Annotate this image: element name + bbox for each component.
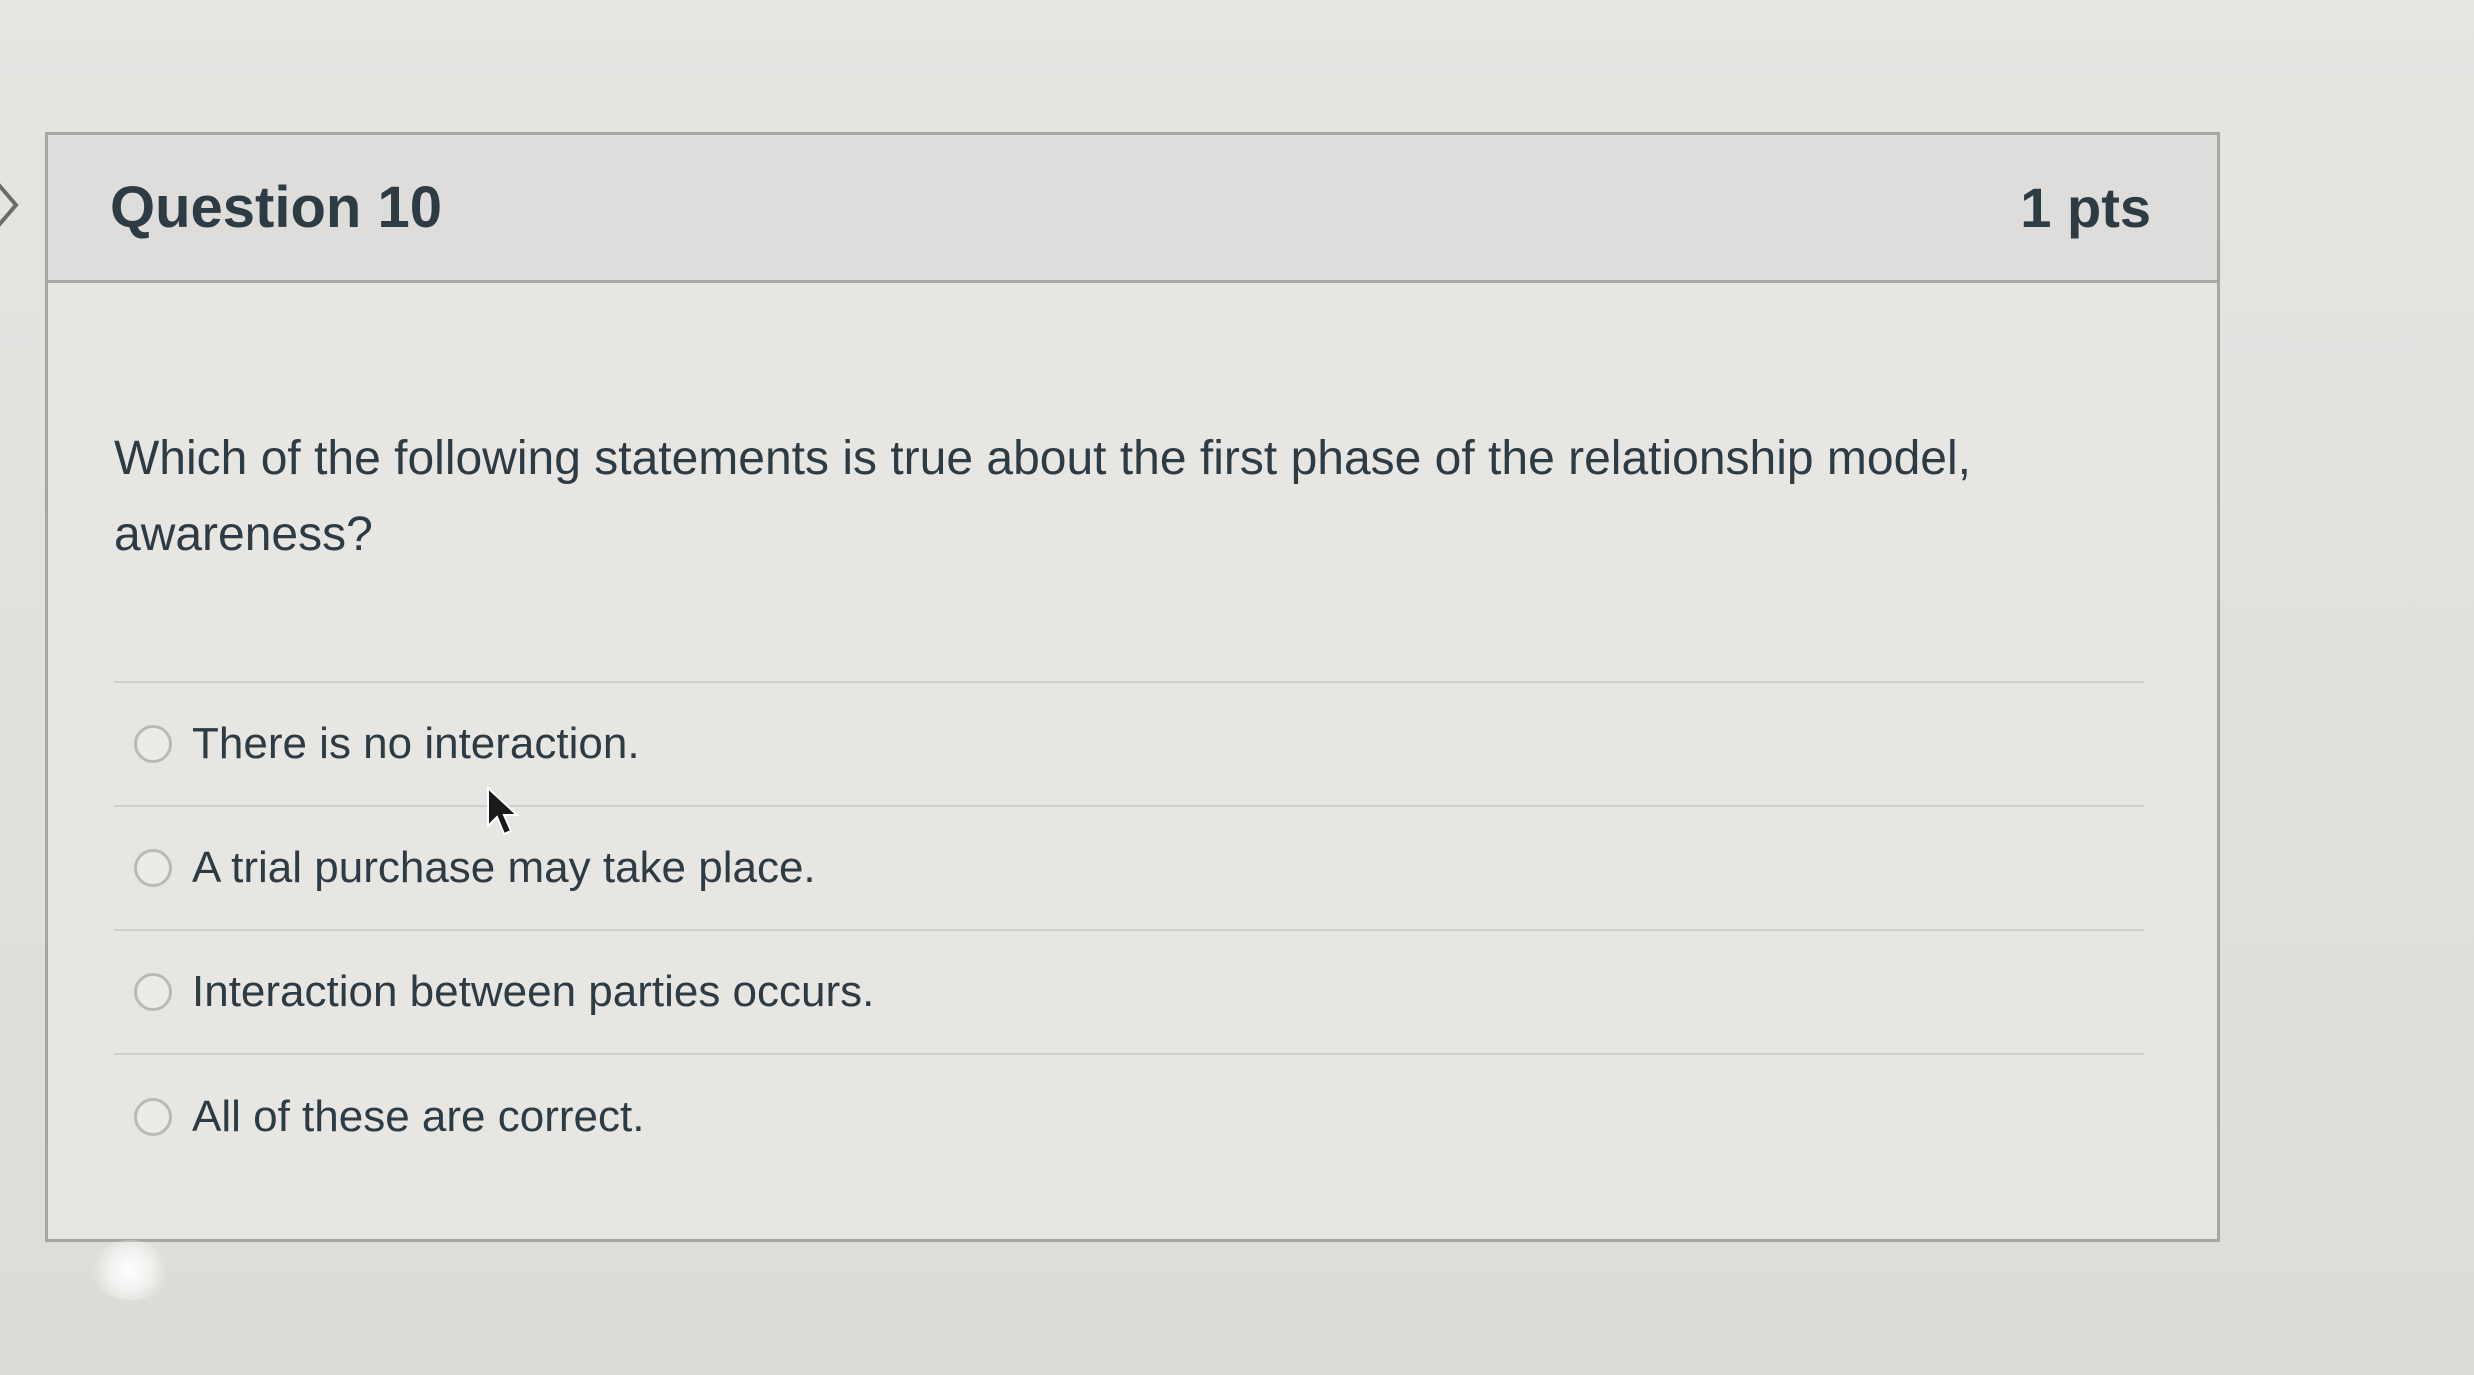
answer-option[interactable]: There is no interaction. [114, 683, 2144, 807]
screen-glare [90, 1240, 170, 1300]
answer-option[interactable]: Interaction between parties occurs. [114, 931, 2144, 1055]
answer-option[interactable]: All of these are correct. [114, 1055, 2144, 1179]
question-title: Question 10 [110, 175, 442, 240]
radio-button[interactable] [134, 849, 172, 887]
answer-option[interactable]: A trial purchase may take place. [114, 807, 2144, 931]
answer-label: All of these are correct. [192, 1092, 645, 1141]
question-points: 1 pts [2020, 176, 2151, 239]
chevron-right-icon[interactable] [0, 180, 22, 230]
answer-label: A trial purchase may take place. [192, 843, 816, 892]
radio-button[interactable] [134, 1098, 172, 1136]
radio-button[interactable] [134, 725, 172, 763]
radio-button[interactable] [134, 973, 172, 1011]
answer-label: There is no interaction. [192, 719, 640, 768]
answer-list: There is no interaction. A trial purchas… [114, 681, 2144, 1179]
mouse-cursor-icon [486, 785, 522, 838]
question-text: Which of the following statements is tru… [114, 432, 1971, 561]
question-body: Which of the following statements is tru… [48, 421, 2217, 1179]
question-header: Question 10 1 pts [48, 135, 2217, 283]
answer-label: Interaction between parties occurs. [192, 967, 875, 1016]
question-card: Question 10 1 pts Which of the following… [45, 132, 2220, 1242]
quiz-page: Question 10 1 pts Which of the following… [0, 0, 2474, 1375]
